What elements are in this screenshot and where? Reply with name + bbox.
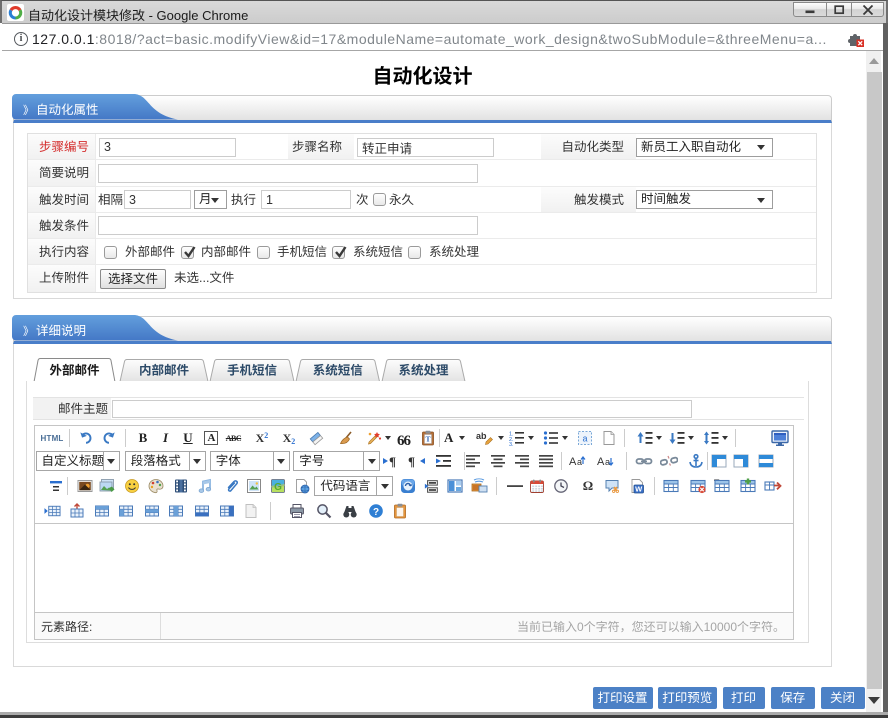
svg-text:A: A [597,456,605,468]
svg-text:内部邮件: 内部邮件 [139,359,190,378]
svg-text:外部邮件: 外部邮件 [49,359,100,378]
svg-text:a: a [605,457,610,467]
svg-text:a: a [582,434,587,444]
svg-text:A: A [569,456,577,468]
svg-text:T: T [425,435,430,444]
svg-text:系统处理: 系统处理 [398,359,449,378]
svg-text:ab: ab [476,431,487,441]
svg-text:?: ? [373,507,379,518]
svg-text:¶: ¶ [389,454,396,469]
svg-text:手机短信: 手机短信 [227,359,278,378]
svg-text:¶: ¶ [408,454,415,469]
svg-text:G: G [274,482,282,493]
svg-text:W: W [635,485,643,494]
svg-text:3.: 3. [509,442,514,446]
svg-text:系统短信: 系统短信 [313,359,364,378]
